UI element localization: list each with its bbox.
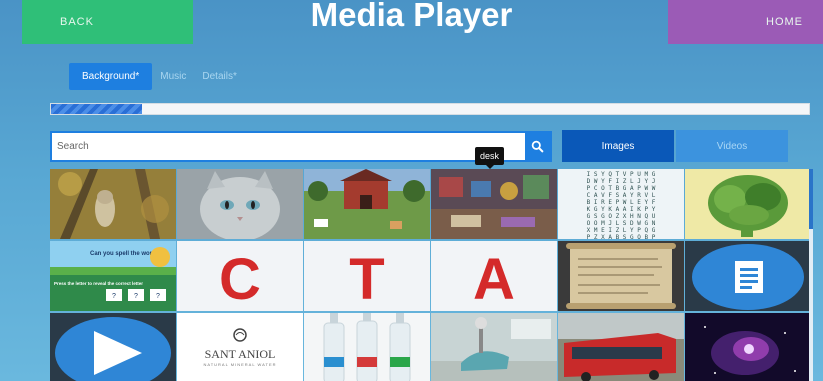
word-search-line: B I R E P W L E Y F [586,199,656,206]
svg-text:?: ? [156,293,160,300]
word-search-line: D W Y F I Z L J Y J [586,178,656,185]
grid-scrollbar-thumb[interactable] [809,169,813,229]
word-search-line: G S G O Z X H N Q U [586,213,656,220]
images-button[interactable]: Images [562,130,674,162]
tile-cluttered-desk[interactable] [431,169,557,239]
svg-text:A: A [473,247,515,311]
word-search-line: I S Y Q T V P U M G [586,171,656,178]
tile-dental-office[interactable] [431,313,557,381]
word-search-grid: I S Y Q T V P U M GD W Y F I Z L J Y JP … [558,169,684,239]
word-search-line: K G Y K A A I K P Y [586,206,656,213]
search-button[interactable] [525,133,550,160]
tile-parchment-scroll[interactable] [558,241,684,311]
tile-space-nebula[interactable] [685,313,811,381]
svg-text:T: T [349,247,384,311]
tooltip: desk [475,147,505,169]
tab-background[interactable]: Background* [69,63,153,90]
word-search-line: O O M J L S D W G N [586,220,656,227]
svg-text:?: ? [112,293,116,300]
tile-sant-aniol-logo[interactable]: SANT ANIOL NATURAL MINERAL WATER [177,313,303,381]
search-icon [531,140,544,153]
svg-text:?: ? [134,293,138,300]
tab-music[interactable]: Music [152,63,194,90]
game-title-text: Can you spell the word [90,251,156,257]
tab-bar: Background* Music Details* [69,63,245,90]
word-search-line: C A V F S A Y R V L [586,192,656,199]
word-search-line: P Z X A B S G Q B P [586,234,656,239]
tile-water-bottles[interactable] [304,313,430,381]
tile-play[interactable] [50,313,176,381]
tile-green-brain[interactable] [685,169,811,239]
tile-red-bus[interactable] [558,313,684,381]
search-input[interactable] [52,133,525,160]
brand-subtext: NATURAL MINERAL WATER [203,362,277,367]
progress-fill [51,104,142,114]
home-button[interactable]: HOME [668,0,823,44]
media-grid: I S Y Q T V P U M GD W Y F I Z L J Y JP … [50,169,811,381]
home-label: HOME [766,16,803,28]
tile-letter-t[interactable]: T [304,241,430,311]
tile-letter-a[interactable]: A [431,241,557,311]
tile-spell-the-word-game[interactable]: Can you spell the word Press the letter … [50,241,176,311]
videos-button[interactable]: Videos [676,130,788,162]
tile-document[interactable] [685,241,811,311]
svg-text:C: C [219,247,261,311]
tile-owl-in-tree[interactable] [50,169,176,239]
progress-bar [50,103,810,115]
tile-gray-cat[interactable] [177,169,303,239]
tile-word-search[interactable]: I S Y Q T V P U M GD W Y F I Z L J Y JP … [558,169,684,239]
word-search-line: X M E I Z L Y P Q G [586,227,656,234]
game-subtext: Press the letter to reveal the correct l… [54,281,143,286]
word-search-line: P C O T B G A P W W [586,185,656,192]
document-icon [735,261,763,293]
tile-farm-scene[interactable] [304,169,430,239]
brand-name: SANT ANIOL [204,347,276,361]
tile-letter-c[interactable]: C [177,241,303,311]
tab-details[interactable]: Details* [194,63,244,90]
